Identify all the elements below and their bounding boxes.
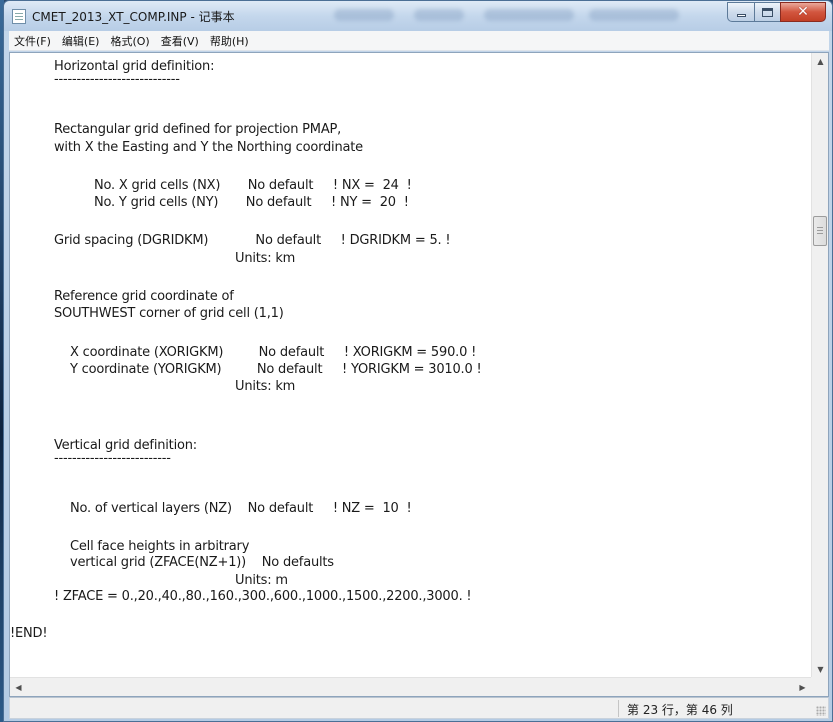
text-line: Rectangular grid defined for projection … xyxy=(54,122,342,137)
text-line: vertical grid (ZFACE(NZ+1)) No defaults xyxy=(70,555,334,570)
minimize-button[interactable] xyxy=(727,2,754,22)
notepad-window: CMET_2013_XT_COMP.INP - 记事本 ✕ 文件(F) 编辑(E… xyxy=(3,0,833,722)
cursor-position: 第 23 行，第 46 列 xyxy=(627,703,733,717)
text-line: X coordinate (XORIGKM) No default ! XORI… xyxy=(70,345,477,360)
text-line: Units: km xyxy=(235,379,296,394)
scroll-right-arrow-icon[interactable]: ▶ xyxy=(794,679,811,696)
background-window-hint xyxy=(414,9,464,21)
text-line: Units: km xyxy=(235,251,296,266)
vertical-scrollbar[interactable]: ▲ ▼ xyxy=(811,53,828,678)
text-line: Cell face heights in arbitrary xyxy=(70,539,250,554)
maximize-icon xyxy=(762,7,773,17)
text-line: -------------------------- xyxy=(54,451,171,466)
scrollbar-corner xyxy=(811,677,828,696)
text-editor[interactable]: Horizontal grid definition: ------------… xyxy=(10,53,811,678)
scroll-left-arrow-icon[interactable]: ◀ xyxy=(10,679,27,696)
menu-edit[interactable]: 编辑(E) xyxy=(57,33,106,49)
background-window-hint xyxy=(589,9,679,21)
menu-bar: 文件(F) 编辑(E) 格式(O) 查看(V) 帮助(H) xyxy=(9,31,829,51)
background-window-hint xyxy=(484,9,574,21)
window-controls: ✕ xyxy=(727,2,826,22)
text-line: Grid spacing (DGRIDKM) No default ! DGRI… xyxy=(54,233,451,248)
window-title: CMET_2013_XT_COMP.INP - 记事本 xyxy=(32,10,235,24)
background-window-hint xyxy=(334,9,394,21)
text-line: !END! xyxy=(10,626,48,641)
text-line: ! ZFACE = 0.,20.,40.,80.,160.,300.,600.,… xyxy=(54,589,472,604)
text-line: Y coordinate (YORIGKM) No default ! YORI… xyxy=(70,362,482,377)
vertical-scroll-thumb[interactable] xyxy=(813,216,827,246)
close-icon: ✕ xyxy=(797,4,809,20)
status-divider xyxy=(618,700,619,717)
title-bar[interactable]: CMET_2013_XT_COMP.INP - 记事本 ✕ xyxy=(4,1,832,31)
text-line: No. Y grid cells (NY) No default ! NY = … xyxy=(94,195,409,210)
text-line: ---------------------------- xyxy=(54,72,180,87)
text-line: Units: m xyxy=(235,573,288,588)
scroll-up-arrow-icon[interactable]: ▲ xyxy=(812,53,829,70)
scroll-down-arrow-icon[interactable]: ▼ xyxy=(812,661,829,678)
text-line: No. of vertical layers (NZ) No default !… xyxy=(70,501,412,516)
text-line: SOUTHWEST corner of grid cell (1,1) xyxy=(54,306,284,321)
text-line: No. X grid cells (NX) No default ! NX = … xyxy=(94,178,412,193)
menu-view[interactable]: 查看(V) xyxy=(156,33,205,49)
text-line: Reference grid coordinate of xyxy=(54,289,234,304)
menu-format[interactable]: 格式(O) xyxy=(105,33,155,49)
menu-help[interactable]: 帮助(H) xyxy=(205,33,255,49)
status-bar: 第 23 行，第 46 列 xyxy=(9,697,829,719)
close-button[interactable]: ✕ xyxy=(780,2,826,22)
editor-client-area: Horizontal grid definition: ------------… xyxy=(9,52,829,697)
horizontal-scrollbar[interactable]: ◀ ▶ xyxy=(10,677,811,696)
menu-file[interactable]: 文件(F) xyxy=(9,33,57,49)
maximize-button[interactable] xyxy=(754,2,780,22)
notepad-icon[interactable] xyxy=(12,9,26,24)
minimize-icon xyxy=(736,13,746,17)
text-line: with X the Easting and Y the Northing co… xyxy=(54,140,363,155)
resize-grip-icon[interactable] xyxy=(816,706,826,716)
